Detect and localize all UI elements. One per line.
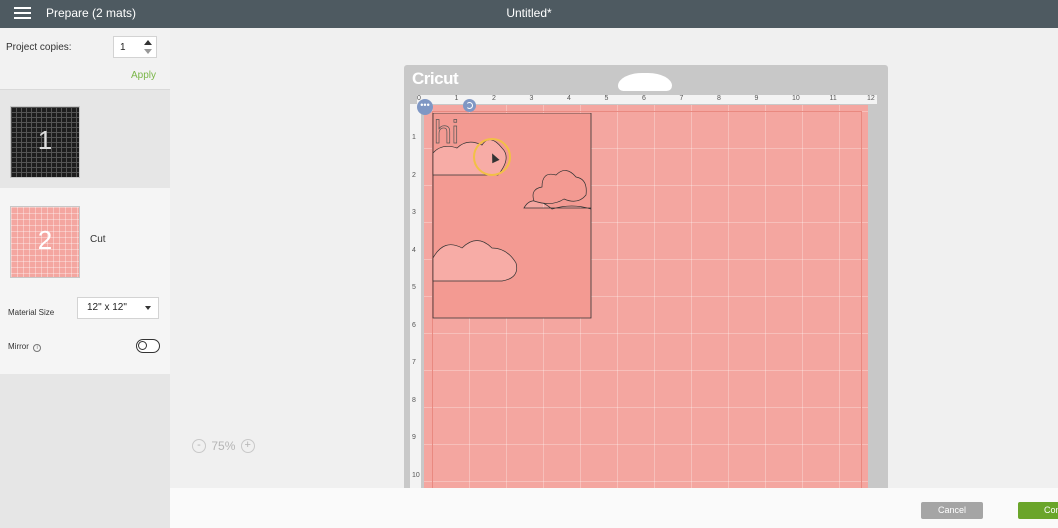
mat-thumbnail-1[interactable]: 1 [10, 106, 80, 178]
ruler-left: 1 2 3 4 5 6 7 8 9 10 [410, 104, 421, 488]
project-copies-row: Project copies: 1 Apply [0, 28, 170, 90]
ruler-tick: 5 [412, 284, 416, 291]
apply-button[interactable]: Apply [131, 70, 156, 81]
ruler-tick: 4 [567, 95, 571, 102]
ruler-tick: 5 [604, 95, 609, 102]
cancel-button[interactable]: Cancel [921, 502, 983, 519]
material-size-label: Material Size [8, 308, 55, 317]
ruler-tick: 8 [717, 95, 721, 102]
ruler-tick: 6 [642, 95, 646, 102]
ruler-tick: 1 [412, 134, 416, 141]
mat-operation-label: Cut [90, 234, 106, 245]
mirror-label-text: Mirror [8, 342, 29, 351]
bottom-bar: Cancel Continue [170, 488, 1058, 528]
mat-list-item-1[interactable]: 1 [0, 90, 170, 188]
chevron-down-icon [145, 306, 151, 310]
material-size-value: 12" x 12" [87, 302, 127, 313]
ruler-tick: 7 [412, 359, 416, 366]
ruler-tick: 9 [412, 434, 416, 441]
project-copies-label: Project copies: [6, 42, 72, 53]
left-panel: Project copies: 1 Apply 1 2 Cut Material… [0, 28, 170, 528]
ruler-tick: 10 [792, 95, 800, 102]
zoom-in-button[interactable]: + [240, 438, 255, 453]
ruler-tick: 3 [529, 95, 534, 102]
ruler-tick: 2 [412, 171, 416, 179]
design-text: hi [434, 114, 459, 150]
ruler-tick: 7 [679, 95, 684, 102]
decrement-icon[interactable] [144, 49, 152, 54]
toggle-knob [138, 341, 147, 350]
mat-number: 2 [37, 225, 53, 255]
zoom-level: 75% [211, 438, 236, 453]
ruler-tick: 9 [754, 95, 759, 102]
material-size-select[interactable]: 12" x 12" [77, 297, 159, 319]
cloud-shape-right[interactable] [530, 163, 590, 207]
rotate-icon[interactable] [463, 99, 476, 112]
ruler-top: 0 1 2 3 4 5 6 7 8 9 10 11 12 [417, 95, 877, 104]
mat-list-item-2[interactable]: 2 Cut Material Size 12" x 12" Mirror i [0, 188, 170, 374]
project-copies-stepper[interactable]: 1 [113, 36, 157, 58]
stepper-arrows-icon[interactable] [144, 40, 152, 54]
increment-icon[interactable] [144, 40, 152, 45]
ruler-tick: 11 [829, 95, 837, 102]
ruler-tick: 2 [492, 95, 496, 102]
ruler-tick: 1 [454, 95, 459, 102]
ruler-tick: 8 [412, 396, 416, 404]
mat-thumbnail-2[interactable]: 2 [10, 206, 80, 278]
top-bar: Prepare (2 mats) Untitled* [0, 0, 1058, 28]
cutting-mat-frame: Cricut 0 1 2 3 4 5 6 7 8 9 10 11 12 1 2 3 4 5 6 7 8 9 10 hi •… [404, 65, 888, 488]
project-copies-value: 1 [120, 42, 126, 53]
zoom-control: - 75% + [192, 438, 255, 453]
ruler-tick: 12 [867, 95, 875, 102]
more-options-icon[interactable]: ••• [417, 99, 433, 115]
continue-button[interactable]: Continue [1018, 502, 1058, 519]
document-title: Untitled* [506, 6, 552, 20]
mat-preview-canvas: Cricut 0 1 2 3 4 5 6 7 8 9 10 11 12 1 2 3 4 5 6 7 8 9 10 hi •… [170, 28, 1058, 488]
info-icon[interactable]: i [33, 344, 42, 352]
zoom-out-button[interactable]: - [192, 438, 206, 453]
cricut-logo: Cricut [412, 69, 459, 88]
design-piece[interactable]: hi [432, 113, 592, 319]
mat-number: 1 [37, 125, 53, 155]
ruler-tick: 4 [412, 246, 416, 254]
mat-handle [618, 73, 672, 91]
mirror-toggle[interactable] [136, 339, 160, 353]
ruler-tick: 10 [412, 471, 420, 479]
mirror-label: Mirror i [8, 342, 42, 352]
ruler-tick: 6 [412, 321, 416, 329]
ruler-tick: 3 [412, 209, 416, 216]
